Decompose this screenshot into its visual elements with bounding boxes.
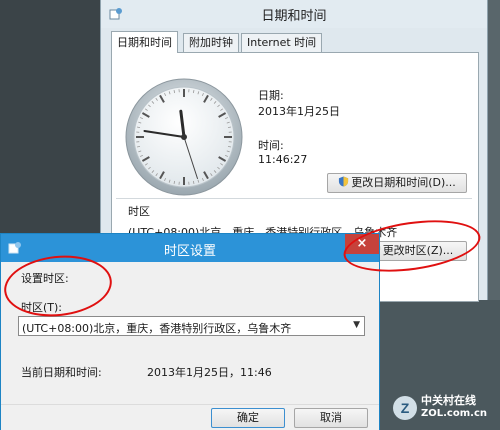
window-title-bar[interactable]: 日期和时间 (101, 0, 487, 28)
date-label: 日期: (258, 89, 284, 102)
chevron-down-icon: ▼ (353, 320, 360, 330)
watermark-text-en: ZOL.com.cn (421, 408, 487, 419)
dialog-footer: 确定 取消 (1, 404, 379, 430)
tab-additional-clocks[interactable]: 附加时钟 (183, 33, 239, 52)
window-title: 日期和时间 (261, 9, 327, 24)
timezone-heading: 时区 (128, 205, 150, 218)
tab-date-time[interactable]: 日期和时间 (111, 31, 178, 53)
time-label: 时间: (258, 139, 284, 152)
separator (116, 198, 472, 199)
change-date-time-button[interactable]: 更改日期和时间(D)... (327, 173, 467, 193)
date-value: 2013年1月25日 (258, 105, 340, 118)
tab-internet-time[interactable]: Internet 时间 (241, 33, 323, 52)
cancel-button[interactable]: 取消 (294, 408, 368, 428)
time-value: 11:46:27 (258, 153, 308, 166)
watermark-text-cn: 中关村在线 (421, 394, 476, 407)
timezone-select-value: (UTC+08:00)北京，重庆，香港特别行政区，乌鲁木齐 (22, 322, 292, 335)
current-datetime-value: 2013年1月25日，11:46 (147, 366, 272, 379)
analog-clock (125, 78, 243, 196)
change-date-time-label: 更改日期和时间(D)... (351, 176, 456, 189)
timezone-select[interactable]: (UTC+08:00)北京，重庆，香港特别行政区，乌鲁木齐 ▼ (18, 316, 365, 336)
shield-icon (339, 176, 349, 187)
ok-button[interactable]: 确定 (211, 408, 285, 428)
current-datetime-label: 当前日期和时间: (21, 366, 102, 379)
svg-text:Z: Z (401, 400, 410, 416)
